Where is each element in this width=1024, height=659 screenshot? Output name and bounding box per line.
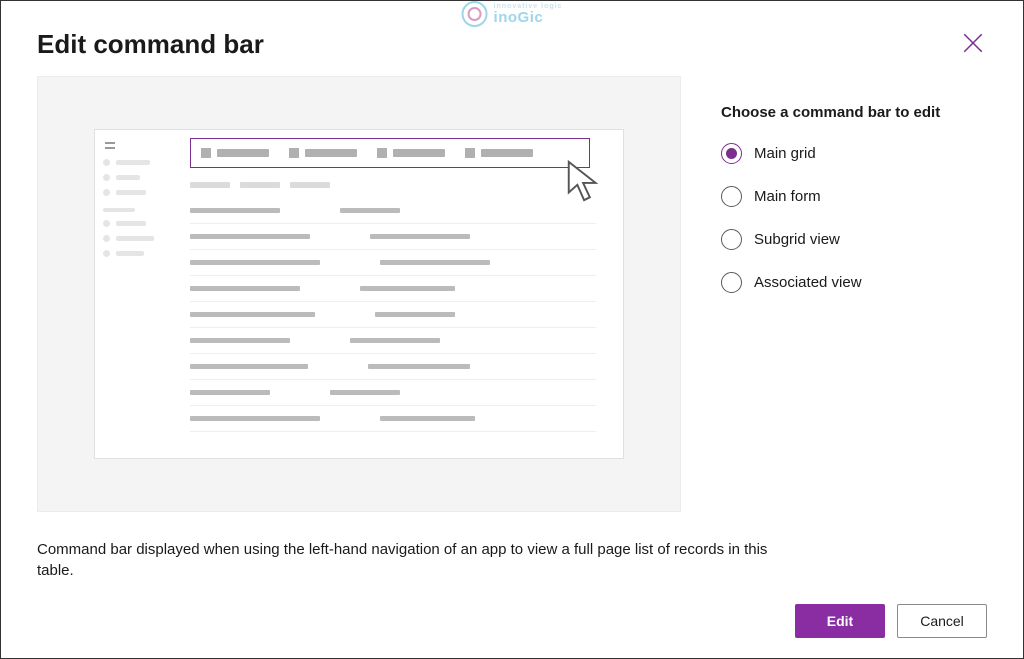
radio-label: Associated view bbox=[754, 274, 862, 291]
options-title: Choose a command bar to edit bbox=[721, 104, 940, 121]
highlighted-command-bar bbox=[190, 138, 590, 168]
watermark-tagline: innovative logic bbox=[494, 3, 563, 10]
radio-icon bbox=[721, 186, 742, 207]
radio-icon bbox=[721, 272, 742, 293]
edit-button[interactable]: Edit bbox=[795, 604, 885, 638]
dialog-content: Choose a command bar to edit Main grid M… bbox=[37, 76, 987, 525]
watermark-logo: innovative logic inoGic bbox=[462, 1, 563, 27]
radio-icon bbox=[721, 143, 742, 164]
radio-associated-view[interactable]: Associated view bbox=[721, 272, 940, 293]
preview-pane bbox=[37, 76, 681, 512]
watermark-brand: inoGic bbox=[494, 10, 563, 25]
close-icon bbox=[963, 33, 983, 53]
radio-label: Main form bbox=[754, 188, 821, 205]
close-button[interactable] bbox=[959, 29, 987, 60]
radio-main-grid[interactable]: Main grid bbox=[721, 143, 940, 164]
dialog-title: Edit command bar bbox=[37, 29, 264, 60]
options-panel: Choose a command bar to edit Main grid M… bbox=[721, 76, 940, 525]
dialog-header: Edit command bar bbox=[37, 29, 987, 60]
radio-main-form[interactable]: Main form bbox=[721, 186, 940, 207]
radio-label: Main grid bbox=[754, 145, 816, 162]
option-description: Command bar displayed when using the lef… bbox=[37, 539, 777, 583]
radio-subgrid-view[interactable]: Subgrid view bbox=[721, 229, 940, 250]
edit-command-bar-dialog: innovative logic inoGic Edit command bar bbox=[1, 1, 1023, 658]
command-bar-illustration bbox=[94, 129, 624, 459]
cancel-button[interactable]: Cancel bbox=[897, 604, 987, 638]
radio-icon bbox=[721, 229, 742, 250]
dialog-footer: Edit Cancel bbox=[37, 604, 987, 638]
radio-label: Subgrid view bbox=[754, 231, 840, 248]
